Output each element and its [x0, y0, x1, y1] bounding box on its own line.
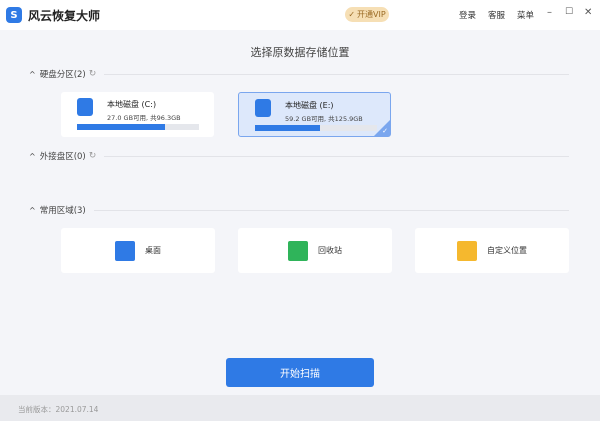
disk-usage-bar — [77, 124, 199, 130]
menu-link[interactable]: 菜单 — [517, 9, 534, 21]
area-desktop[interactable]: 桌面 — [61, 228, 215, 273]
close-icon[interactable]: ✕ — [584, 7, 592, 18]
app-logo-icon: S — [6, 7, 22, 23]
area-label: 自定义位置 — [487, 246, 527, 255]
disk-card-c[interactable]: 本地磁盘 (C:) 27.0 GB可用, 共96.3GB — [61, 92, 214, 137]
refresh-icon[interactable]: ↻ — [89, 69, 97, 79]
chevron-up-icon: ^ — [29, 151, 36, 161]
divider — [104, 73, 569, 75]
chevron-up-icon: ^ — [29, 205, 36, 215]
section-common[interactable]: ^ 常用区域(3) — [29, 204, 569, 216]
minimize-icon[interactable]: – — [547, 7, 552, 18]
login-link[interactable]: 登录 — [459, 9, 476, 21]
disk-name: 本地磁盘 (C:) — [107, 100, 157, 109]
section-external[interactable]: ^ 外接盘区(0) ↻ — [29, 150, 569, 162]
version-footer: 当前版本：2021.07.14 — [0, 395, 600, 421]
start-scan-button[interactable]: 开始扫描 — [226, 358, 374, 387]
recycle-bin-icon — [288, 240, 308, 261]
area-recycle-bin[interactable]: 回收站 — [238, 228, 392, 273]
disk-usage-bar — [255, 125, 377, 131]
vip-button[interactable]: ✓ 开通VIP — [345, 7, 389, 22]
drive-icon — [255, 99, 271, 117]
page-heading: 选择原数据存储位置 — [250, 46, 350, 59]
drive-icon — [77, 98, 93, 116]
disk-card-e[interactable]: 本地磁盘 (E:) 59.2 GB可用, 共125.9GB ✓ — [238, 92, 391, 137]
maximize-icon[interactable]: ☐ — [565, 7, 573, 17]
section-label: 常用区域(3) — [39, 206, 86, 216]
area-label: 桌面 — [145, 246, 161, 255]
folder-search-icon — [457, 240, 477, 261]
disk-info: 59.2 GB可用, 共125.9GB — [285, 115, 363, 123]
windows-icon — [115, 240, 135, 261]
area-label: 回收站 — [318, 246, 342, 255]
checkmark-icon: ✓ — [382, 127, 388, 135]
divider — [93, 209, 569, 211]
vip-label: 开通VIP — [357, 10, 386, 19]
section-label: 外接盘区(0) — [39, 152, 86, 162]
area-custom[interactable]: 自定义位置 — [415, 228, 569, 273]
title-bar: S 风云恢复大师 ✓ 开通VIP 登录 客服 菜单 – ☐ ✕ — [0, 0, 600, 30]
disk-name: 本地磁盘 (E:) — [285, 101, 334, 110]
refresh-icon[interactable]: ↻ — [89, 151, 97, 161]
divider — [104, 155, 569, 157]
disk-info: 27.0 GB可用, 共96.3GB — [107, 114, 181, 122]
service-link[interactable]: 客服 — [488, 9, 505, 21]
app-title: 风云恢复大师 — [28, 8, 101, 23]
chevron-up-icon: ^ — [29, 69, 36, 79]
vip-icon: ✓ — [348, 10, 356, 19]
section-label: 硬盘分区(2) — [39, 70, 86, 80]
section-disks[interactable]: ^ 硬盘分区(2) ↻ — [29, 68, 569, 80]
